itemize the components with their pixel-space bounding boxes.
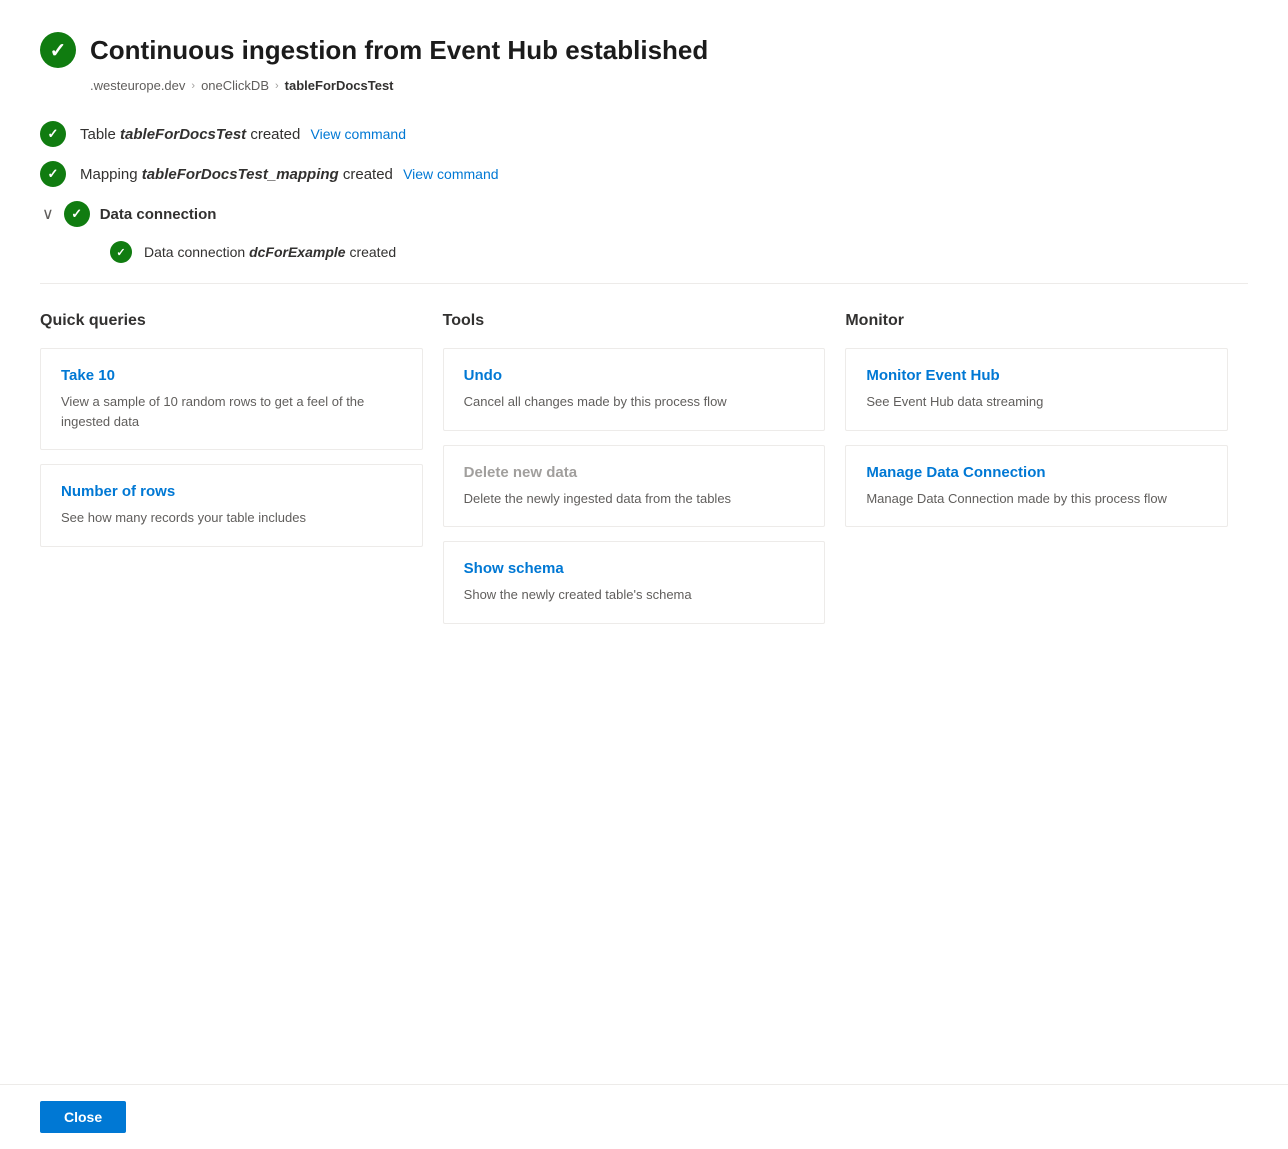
status-item-mapping: Mapping tableForDocsTest_mapping created… [40,161,1248,187]
sections-row: Quick queries Take 10 View a sample of 1… [40,312,1248,624]
delete-new-data-desc: Delete the newly ingested data from the … [464,489,805,509]
undo-desc: Cancel all changes made by this process … [464,392,805,412]
status-text-table: Table tableForDocsTest created View comm… [80,126,406,143]
data-connection-sub-text: Data connection dcForExample created [144,244,396,260]
breadcrumb-database: oneClickDB [201,78,269,93]
take-10-title: Take 10 [61,367,402,384]
number-of-rows-card[interactable]: Number of rows See how many records your… [40,464,423,547]
take-10-card[interactable]: Take 10 View a sample of 10 random rows … [40,348,423,450]
status-item-table: Table tableForDocsTest created View comm… [40,121,1248,147]
monitor-section: Monitor Monitor Event Hub See Event Hub … [845,312,1248,624]
view-command-link-table[interactable]: View command [311,126,406,142]
status-text-mapping: Mapping tableForDocsTest_mapping created… [80,166,499,183]
take-10-desc: View a sample of 10 random rows to get a… [61,392,402,431]
monitor-event-hub-card[interactable]: Monitor Event Hub See Event Hub data str… [845,348,1228,431]
manage-data-connection-card[interactable]: Manage Data Connection Manage Data Conne… [845,445,1228,528]
footer: Close [0,1084,1288,1149]
delete-new-data-card[interactable]: Delete new data Delete the newly ingeste… [443,445,826,528]
show-schema-desc: Show the newly created table's schema [464,585,805,605]
data-connection-sub: Data connection dcForExample created [110,241,1248,263]
check-icon-dc-sub [110,241,132,263]
tools-cards: Undo Cancel all changes made by this pro… [443,348,846,624]
breadcrumb-table: tableForDocsTest [285,78,394,93]
quick-queries-title: Quick queries [40,312,443,330]
monitor-event-hub-desc: See Event Hub data streaming [866,392,1207,412]
undo-title: Undo [464,367,805,384]
tools-title: Tools [443,312,846,330]
breadcrumb-sep-1: › [191,80,195,92]
divider [40,283,1248,284]
data-connection-row: ∨ Data connection [40,201,1248,227]
data-connection-label: Data connection [100,206,217,223]
monitor-cards: Monitor Event Hub See Event Hub data str… [845,348,1248,527]
header-row: Continuous ingestion from Event Hub esta… [40,32,1248,68]
breadcrumb: .westeurope.dev › oneClickDB › tableForD… [90,78,1248,93]
page-title: Continuous ingestion from Event Hub esta… [90,35,708,66]
check-icon-table [40,121,66,147]
breadcrumb-sep-2: › [275,80,279,92]
view-command-link-mapping[interactable]: View command [403,166,498,182]
manage-data-connection-title: Manage Data Connection [866,464,1207,481]
chevron-down-icon[interactable]: ∨ [42,204,54,224]
manage-data-connection-desc: Manage Data Connection made by this proc… [866,489,1207,509]
breadcrumb-server: .westeurope.dev [90,78,185,93]
quick-queries-cards: Take 10 View a sample of 10 random rows … [40,348,443,547]
check-icon-data-connection [64,201,90,227]
quick-queries-section: Quick queries Take 10 View a sample of 1… [40,312,443,624]
delete-new-data-title: Delete new data [464,464,805,481]
number-of-rows-desc: See how many records your table includes [61,508,402,528]
status-section: Table tableForDocsTest created View comm… [40,121,1248,263]
show-schema-card[interactable]: Show schema Show the newly created table… [443,541,826,624]
number-of-rows-title: Number of rows [61,483,402,500]
check-icon-mapping [40,161,66,187]
show-schema-title: Show schema [464,560,805,577]
monitor-title: Monitor [845,312,1248,330]
undo-card[interactable]: Undo Cancel all changes made by this pro… [443,348,826,431]
close-button[interactable]: Close [40,1101,126,1133]
success-icon-large [40,32,76,68]
tools-section: Tools Undo Cancel all changes made by th… [443,312,846,624]
monitor-event-hub-title: Monitor Event Hub [866,367,1207,384]
